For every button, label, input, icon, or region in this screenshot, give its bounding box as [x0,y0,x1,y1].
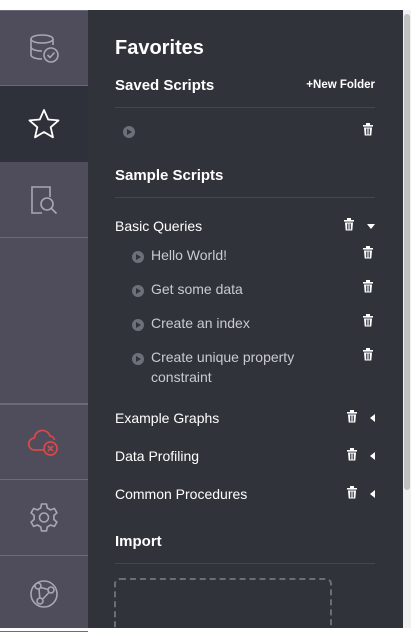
trash-icon[interactable] [342,217,356,231]
chevron-left-icon[interactable] [370,452,375,460]
script-label: Get some data [151,281,243,297]
trash-icon[interactable] [361,279,375,293]
sidebar-item-search[interactable] [0,162,88,238]
folder-common-procedures[interactable]: Common Procedures [115,486,247,502]
divider [115,563,375,564]
script-label: Create an index [151,315,250,331]
folder-data-profiling[interactable]: Data Profiling [115,448,199,464]
play-icon[interactable] [123,126,135,138]
gear-icon [27,501,61,535]
play-icon[interactable] [132,353,144,365]
document-search-icon [27,183,61,217]
sidebar-item-favorites[interactable] [0,86,88,162]
favorites-drawer: Favorites Saved Scripts +New Folder Samp… [88,10,403,628]
trash-icon[interactable] [345,485,359,499]
play-icon[interactable] [132,285,144,297]
top-strip [0,0,411,10]
folder-example-graphs[interactable]: Example Graphs [115,410,219,426]
sidebar-item-database[interactable] [0,10,88,86]
chevron-left-icon[interactable] [370,490,375,498]
import-dropzone[interactable] [114,578,332,628]
new-folder-button[interactable]: +New Folder [306,79,375,91]
trash-icon[interactable] [361,245,375,259]
sidebar-item-graph[interactable] [0,556,88,632]
trash-icon[interactable] [345,409,359,423]
script-label: Hello World! [151,247,227,263]
folder-basic-queries[interactable]: Basic Queries [115,218,202,234]
trash-icon[interactable] [345,447,359,461]
divider [115,197,375,198]
scrollbar-thumb[interactable] [404,14,410,490]
sidebar-nav [0,10,88,632]
graph-nodes-icon [27,577,61,611]
sample-scripts-heading: Sample Scripts [115,167,224,184]
trash-icon[interactable] [361,347,375,361]
sidebar-item-settings[interactable] [0,480,88,556]
star-icon [27,107,61,141]
play-icon[interactable] [132,319,144,331]
trash-icon[interactable] [361,313,375,327]
chevron-left-icon[interactable] [370,414,375,422]
saved-scripts-heading: Saved Scripts [115,77,215,94]
sidebar-item-cloud[interactable] [0,404,88,480]
drawer-title: Favorites [115,37,204,59]
play-icon[interactable] [132,251,144,263]
import-heading: Import [115,533,162,550]
trash-icon[interactable] [361,122,375,136]
divider [115,107,375,108]
cloud-error-icon [26,425,62,459]
script-label: Create unique property constraint [151,349,295,385]
database-check-icon [27,31,61,65]
chevron-down-icon[interactable] [367,224,375,229]
sidebar-spacer [0,238,88,404]
